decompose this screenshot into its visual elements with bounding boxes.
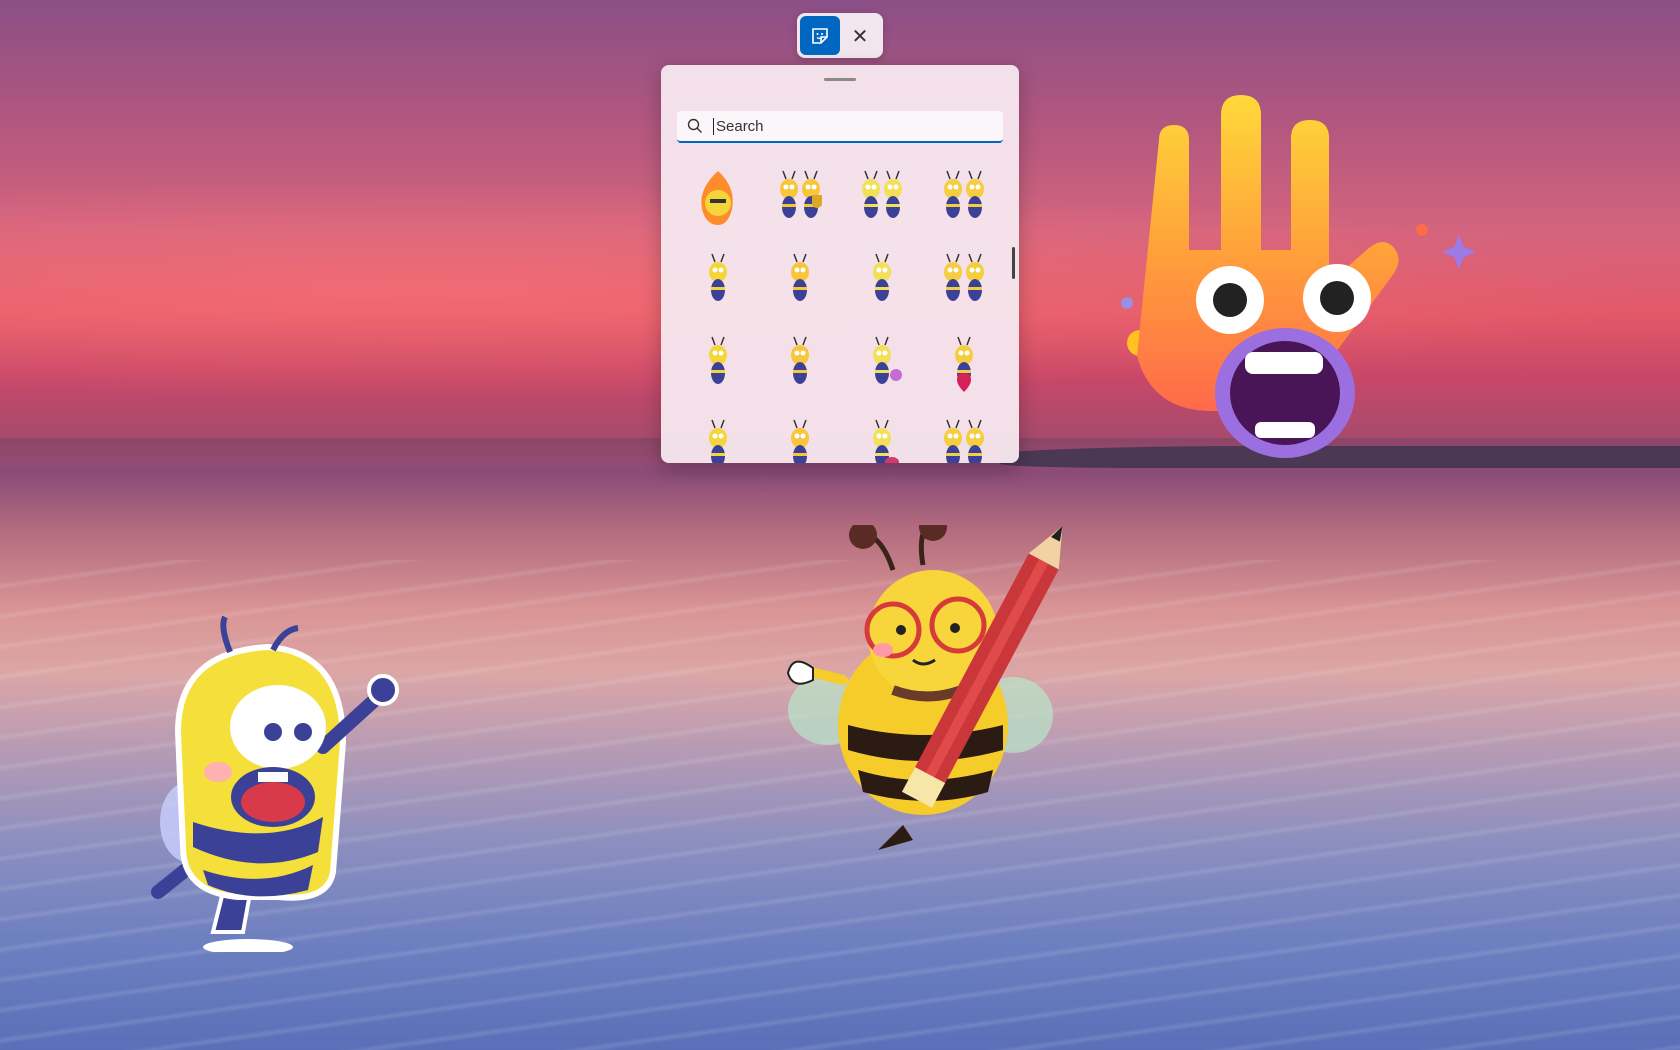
bee-pair-icon bbox=[944, 170, 984, 218]
bee-grumpy-icon bbox=[709, 253, 727, 301]
sticker-toolbar: ✕ bbox=[797, 13, 883, 58]
sticker-bee-running[interactable] bbox=[759, 404, 841, 463]
pencil-bee-sticker[interactable] bbox=[783, 525, 1103, 855]
bee-trophy-icon bbox=[780, 170, 822, 218]
bee-running-icon bbox=[791, 419, 809, 463]
yellow-bee-sticker[interactable] bbox=[148, 612, 428, 952]
sticker-grid bbox=[677, 155, 997, 463]
bee-highfive-icon bbox=[944, 253, 984, 301]
sticker-bee-flame[interactable] bbox=[677, 155, 759, 238]
search-icon bbox=[677, 118, 713, 134]
sticker-bee-standing[interactable] bbox=[759, 238, 841, 321]
sticker-bee-trophy[interactable] bbox=[759, 155, 841, 238]
bee-flame-icon bbox=[701, 170, 733, 225]
bee-standing-icon bbox=[791, 253, 809, 301]
bee-waving-icon bbox=[873, 253, 891, 301]
sticker-bee-pair[interactable] bbox=[923, 155, 1005, 238]
sticker-picker-panel bbox=[661, 65, 1019, 463]
bee-thumbs-up-icon bbox=[791, 336, 809, 384]
scrollbar[interactable] bbox=[1012, 247, 1015, 279]
bee-laughing-icon bbox=[709, 336, 727, 384]
search-input[interactable] bbox=[713, 117, 983, 135]
sticker-bee-guitar[interactable] bbox=[841, 404, 923, 463]
sticker-icon bbox=[812, 27, 828, 44]
bee-guitar-icon bbox=[873, 419, 899, 463]
bee-sparkle-icon bbox=[709, 419, 727, 463]
sticker-bee-thumbs-up[interactable] bbox=[759, 321, 841, 404]
sticker-bee-sparkle[interactable] bbox=[677, 404, 759, 463]
sticker-bee-flower[interactable] bbox=[841, 321, 923, 404]
bee-group-icon bbox=[944, 419, 984, 463]
drag-handle[interactable] bbox=[824, 78, 856, 81]
sticker-bee-group[interactable] bbox=[923, 404, 1005, 463]
sticker-bee-crowd[interactable] bbox=[841, 155, 923, 238]
hand-face-sticker[interactable] bbox=[1115, 90, 1495, 480]
sticker-mode-button[interactable] bbox=[800, 16, 840, 55]
bee-location-pin-icon bbox=[955, 336, 973, 392]
close-icon: ✕ bbox=[851, 23, 869, 48]
sticker-bee-waving[interactable] bbox=[841, 238, 923, 321]
bee-crowd-icon bbox=[862, 170, 902, 218]
search-box[interactable] bbox=[677, 111, 1003, 143]
sticker-bee-highfive[interactable] bbox=[923, 238, 1005, 321]
close-button[interactable]: ✕ bbox=[840, 16, 880, 55]
sticker-bee-location-pin[interactable] bbox=[923, 321, 1005, 404]
bee-flower-icon bbox=[873, 336, 902, 384]
sticker-bee-grumpy[interactable] bbox=[677, 238, 759, 321]
sticker-bee-laughing[interactable] bbox=[677, 321, 759, 404]
